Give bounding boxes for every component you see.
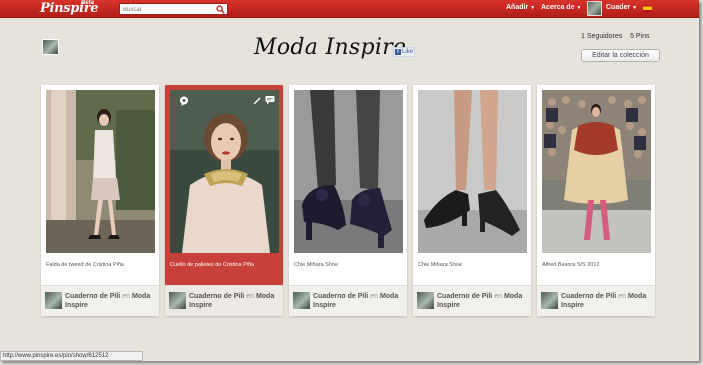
pin-description: Chie Mihara Shoe: [294, 262, 339, 268]
board-title: Moda Inspire: [254, 35, 407, 60]
pin-image[interactable]: [170, 90, 279, 253]
search-box[interactable]: [119, 3, 228, 15]
about-menu-label: Acerca de: [541, 4, 575, 11]
avatar[interactable]: [293, 292, 310, 309]
pin-card[interactable]: Cuello de palletes de Cristina Piña Cuad…: [165, 85, 283, 316]
pin-card[interactable]: Falda de tweed de Cristina Piña Cuaderno…: [41, 85, 159, 316]
pin-footer: Cuaderno de Pili en Moda Inspire: [413, 285, 531, 316]
search-icon[interactable]: [216, 5, 225, 14]
pin-attribution: Cuaderno de Pili en Moda Inspire: [313, 292, 405, 310]
comment-bubble-icon[interactable]: [179, 96, 189, 106]
pin-footer: Cuaderno de Pili en Moda Inspire: [165, 285, 283, 316]
browser-page: Pinspire Beta Añadir▼ Acerca de▼ Cuader▼…: [0, 0, 699, 361]
pin-user-link[interactable]: Cuaderno de Pili: [437, 293, 492, 300]
edit-collection-button[interactable]: Editar la colección: [581, 49, 660, 62]
pin-user-link[interactable]: Cuaderno de Pili: [313, 293, 368, 300]
pin-description: Falda de tweed de Cristina Piña: [46, 262, 124, 268]
pin-footer: Cuaderno de Pili en Moda Inspire: [289, 285, 407, 316]
pins-label: Pins: [635, 33, 650, 40]
pin-card[interactable]: Chie Mihara Shoe Cuaderno de Pili en Mod…: [289, 85, 407, 316]
user-menu[interactable]: Cuader ▼: [606, 4, 637, 11]
pin-footer: Cuaderno de Pili en Moda Inspire: [41, 285, 159, 316]
board-stats: 1 Seguidores 5 Pins: [581, 33, 650, 40]
pin-image[interactable]: [46, 90, 155, 253]
pin-attribution: Cuaderno de Pili en Moda Inspire: [189, 292, 281, 310]
pin-image[interactable]: [294, 90, 403, 253]
search-input[interactable]: [123, 5, 213, 14]
followers-label[interactable]: Seguidores: [587, 33, 622, 40]
comment-icon[interactable]: [265, 95, 275, 105]
avatar[interactable]: [417, 292, 434, 309]
avatar[interactable]: [45, 292, 62, 309]
top-navigation-bar: Pinspire Beta Añadir▼ Acerca de▼ Cuader▼: [0, 0, 699, 18]
pin-user-link[interactable]: Cuaderno de Pili: [65, 293, 120, 300]
pin-card[interactable]: Chie Mihara Shoe Cuaderno de Pili en Mod…: [413, 85, 531, 316]
user-menu-label: Cuader: [606, 4, 631, 11]
pin-attribution-separator: en: [618, 293, 626, 300]
chevron-down-icon: ▼: [576, 5, 582, 11]
facebook-like-label: Like: [402, 49, 414, 55]
pin-footer: Cuaderno de Pili en Moda Inspire: [537, 285, 655, 316]
pin-attribution: Cuaderno de Pili en Moda Inspire: [437, 292, 529, 310]
pin-attribution: Cuaderno de Pili en Moda Inspire: [561, 292, 653, 310]
chevron-down-icon: ▼: [530, 5, 536, 11]
about-menu[interactable]: Acerca de ▼: [541, 4, 581, 11]
add-menu-label: Añadir: [506, 4, 529, 11]
pin-attribution-separator: en: [494, 293, 502, 300]
beta-badge: Beta: [81, 0, 95, 6]
pin-description: Chie Mihara Shoe: [418, 262, 463, 268]
facebook-like-button[interactable]: f Like: [393, 47, 415, 57]
pin-description: Cuello de palletes de Cristina Piña: [170, 262, 255, 268]
pin-card[interactable]: Alfred Besora S/S 2012 Cuaderno de Pili …: [537, 85, 655, 316]
pin-user-link[interactable]: Cuaderno de Pili: [189, 293, 244, 300]
pin-image[interactable]: [542, 90, 651, 253]
pin-user-link[interactable]: Cuaderno de Pili: [561, 293, 616, 300]
pin-attribution-separator: en: [122, 293, 130, 300]
facebook-icon: f: [395, 49, 401, 55]
browser-status-bar: http://www.pinspire.es/pin/show/612512: [0, 351, 143, 361]
avatar[interactable]: [541, 292, 558, 309]
followers-count[interactable]: 1: [581, 33, 585, 40]
pin-attribution-separator: en: [370, 293, 378, 300]
chevron-down-icon: ▼: [632, 5, 638, 11]
pin-attribution-separator: en: [246, 293, 254, 300]
pins-count: 5: [630, 33, 634, 40]
edit-pencil-icon[interactable]: [252, 95, 262, 105]
spain-flag-icon[interactable]: [643, 5, 652, 12]
pin-description: Alfred Besora S/S 2012: [542, 262, 600, 268]
user-avatar[interactable]: [587, 1, 602, 16]
add-menu[interactable]: Añadir ▼: [506, 4, 535, 11]
avatar[interactable]: [169, 292, 186, 309]
board-owner-avatar[interactable]: [42, 39, 59, 55]
pin-attribution: Cuaderno de Pili en Moda Inspire: [65, 292, 157, 310]
pin-image[interactable]: [418, 90, 527, 253]
